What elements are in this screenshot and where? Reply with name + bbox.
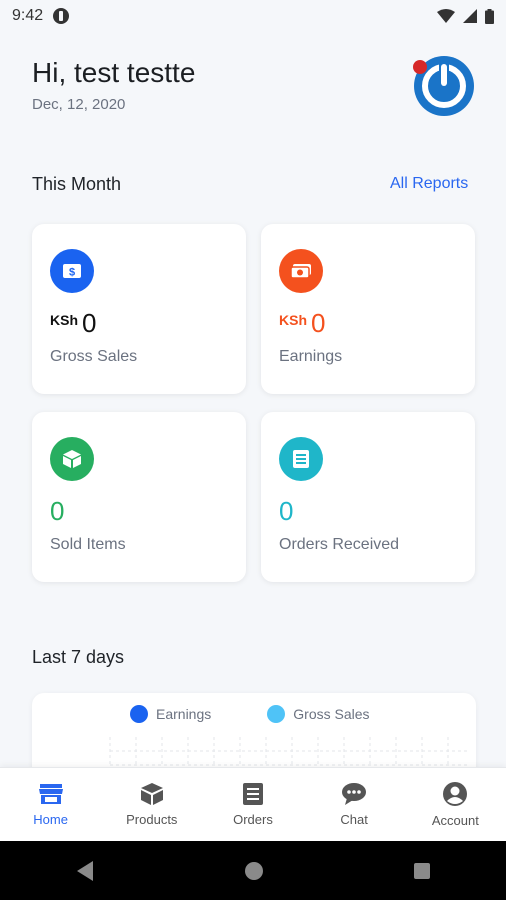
last-7-days-title: Last 7 days [32,647,125,667]
store-icon [38,784,63,804]
nav-home-label: Home [33,812,68,827]
nav-products[interactable]: Products [104,782,200,827]
back-icon[interactable] [75,860,95,882]
greeting-date: Dec, 12, 2020 [32,96,126,113]
gross-sales-label: Gross Sales [50,348,138,365]
earnings-card[interactable]: KSh 0 Earnings [261,224,475,394]
gross-sales-value: KSh 0 [50,308,96,339]
sold-items-card[interactable]: 0 Sold Items [32,412,246,582]
power-logo-icon [413,56,474,116]
wifi-icon [437,9,455,23]
app-notification-icon [53,8,70,24]
list-icon [242,783,263,805]
orders-received-card[interactable]: 0 Orders Received [261,412,475,582]
orders-received-label: Orders Received [279,536,400,553]
orders-received-number: 0 [279,496,294,526]
signal-icon [463,9,477,23]
nav-chat[interactable]: Chat [306,782,402,827]
sold-items-number: 0 [50,496,65,526]
chat-icon [342,783,367,805]
this-month-title: This Month [32,174,122,194]
cash-icon [279,249,323,293]
home-icon[interactable] [244,861,264,881]
nav-products-label: Products [126,812,178,827]
nav-account-label: Account [431,813,479,828]
sold-items-label: Sold Items [50,536,126,553]
status-bar: 9:42 [0,0,506,32]
avatar[interactable] [412,52,476,116]
bottom-navigation: Home Products Orders Chat Account [0,767,506,841]
box-icon [50,437,94,481]
battery-icon [485,8,494,24]
status-time: 9:42 [12,7,44,24]
nav-orders[interactable]: Orders [205,782,301,827]
dollar-icon: $ [50,249,94,293]
all-reports-link[interactable]: All Reports [390,175,468,193]
earnings-label: Earnings [279,348,343,365]
nav-account[interactable]: Account [407,781,503,828]
account-icon [443,782,468,806]
sold-items-value: 0 [50,496,64,527]
receipt-icon [279,437,323,481]
earnings-currency: KSh [279,312,307,328]
greeting-title: Hi, test testte [32,57,196,88]
gross-sales-number: 0 [82,308,97,338]
earnings-number: 0 [311,308,326,338]
android-nav-bar [0,841,506,900]
greeting: Hi, test testte Dec, 12, 2020 [32,56,195,113]
recents-icon[interactable] [413,862,431,880]
box-icon [140,783,163,805]
gross-sales-card[interactable]: $ KSh 0 Gross Sales [32,224,246,394]
gross-sales-currency: KSh [50,312,78,328]
earnings-value: KSh 0 [279,308,325,339]
nav-home[interactable]: Home [3,782,99,827]
nav-orders-label: Orders [233,812,273,827]
orders-received-value: 0 [279,496,293,527]
nav-chat-label: Chat [340,812,368,827]
svg-text:$: $ [69,267,75,279]
